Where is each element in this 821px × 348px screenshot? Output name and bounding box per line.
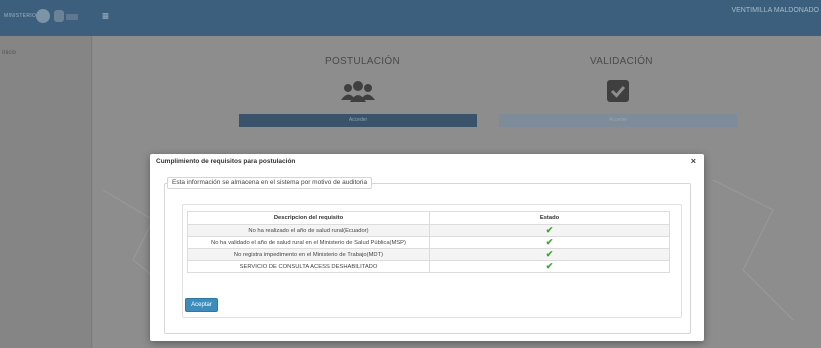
logo-emblem-icon [36, 9, 50, 23]
table-row: No ha realizado el año de salud rural(Ec… [187, 224, 670, 237]
check-icon: ✔ [545, 261, 554, 271]
user-name[interactable]: VENTIMILLA MALDONADO [731, 7, 819, 14]
column-header-status: Estado [429, 211, 670, 225]
check-icon: ✔ [545, 237, 554, 247]
validacion-title: VALIDACIÓN [590, 56, 653, 67]
logo-text: MINISTERIO [4, 13, 37, 19]
requirement-description: No registra impedimento en el Ministerio… [187, 248, 430, 261]
status-cell: ✔ [429, 224, 670, 237]
checkbox-icon [607, 80, 629, 102]
requirement-description: SERVICIO DE CONSULTA ACESS DESHABILITADO [187, 260, 430, 273]
table-header-row: Descripcion del requisito Estado [187, 211, 670, 225]
check-icon: ✔ [545, 225, 554, 235]
validacion-access-button[interactable]: Acceder [499, 114, 737, 127]
requirements-table: Descripcion del requisito Estado No ha r… [187, 211, 670, 273]
logo-shield-icon [54, 10, 64, 22]
requirement-description: No ha realizado el año de salud rural(Ec… [187, 224, 430, 237]
close-icon[interactable]: × [691, 156, 696, 166]
requirements-modal: Cumplimiento de requisitos para postulac… [150, 154, 704, 341]
status-cell: ✔ [429, 236, 670, 249]
status-cell: ✔ [429, 260, 670, 273]
logo-mark-icon [66, 14, 78, 20]
top-navbar: MINISTERIO ≡ VENTIMILLA MALDONADO [0, 0, 821, 36]
check-icon: ✔ [545, 249, 554, 259]
postulacion-access-button[interactable]: Acceder [239, 114, 477, 127]
users-icon [341, 81, 375, 102]
table-row: No ha validado el año de salud rural en … [187, 236, 670, 249]
postulacion-title: POSTULACIÓN [325, 56, 400, 67]
table-row: No registra impedimento en el Ministerio… [187, 248, 670, 261]
table-row: SERVICIO DE CONSULTA ACESS DESHABILITADO… [187, 260, 670, 273]
modal-title: Cumplimiento de requisitos para postulac… [156, 158, 296, 165]
status-cell: ✔ [429, 248, 670, 261]
audit-legend: Esta información se almacena en el siste… [167, 177, 373, 189]
column-header-description: Descripcion del requisito [187, 211, 430, 225]
hamburger-icon[interactable]: ≡ [102, 10, 109, 22]
accept-button[interactable]: Aceptar [185, 298, 218, 312]
sidebar: Inicio [0, 36, 92, 348]
sidebar-item-inicio[interactable]: Inicio [2, 50, 16, 56]
requirement-description: No ha validado el año de salud rural en … [187, 236, 430, 249]
